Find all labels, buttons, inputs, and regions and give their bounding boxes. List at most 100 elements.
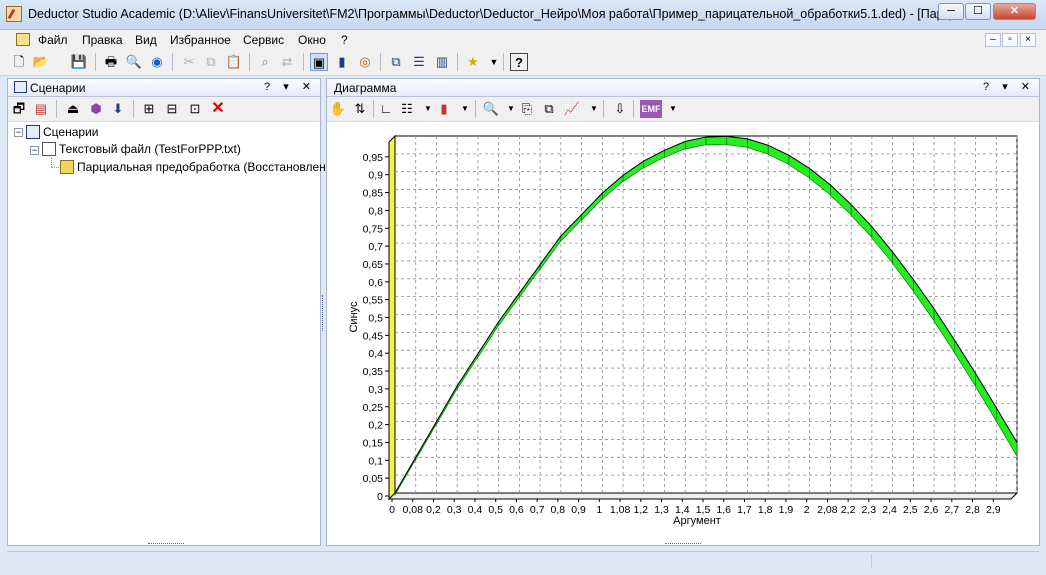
chevron-down-icon[interactable]: ▼ <box>456 100 474 118</box>
y-tick-label: 0,75 <box>363 223 384 235</box>
line-chart-icon[interactable]: 📈 <box>563 100 581 118</box>
browser-icon[interactable]: ◉ <box>148 53 166 71</box>
new-file-icon[interactable]: 🗋 <box>10 53 28 71</box>
chevron-down-icon[interactable]: ▼ <box>585 100 603 118</box>
menu-edit[interactable]: Правка <box>82 33 123 47</box>
tree-expander[interactable]: − <box>30 146 39 155</box>
panel-controls[interactable]: ? ▾ ✕ <box>983 80 1035 93</box>
maximize-button[interactable]: ☐ <box>965 3 991 20</box>
x-tick-label: 1,9 <box>779 504 794 516</box>
floor <box>387 492 1019 500</box>
visualizers-view-icon[interactable]: ◎ <box>356 53 374 71</box>
diagram-panel: Диаграмма ? ▾ ✕ ✋ ⇅ ∟ ☷ ▼ ▮ ▼ 🔍 ▼ ⎘ ⧉ 📈 … <box>326 78 1040 546</box>
x-tick-label: 0,3 <box>447 504 462 516</box>
chevron-down-icon[interactable]: ▼ <box>664 100 682 118</box>
y-tick-label: 0,15 <box>363 437 384 449</box>
chevron-down-icon[interactable]: ▼ <box>485 53 503 71</box>
save-icon[interactable]: 💾 <box>70 53 88 71</box>
x-tick-label: 1,08 <box>610 504 631 516</box>
splitter-grip[interactable] <box>148 543 184 548</box>
document-icon[interactable] <box>16 33 30 46</box>
y-tick-label: 0,95 <box>363 152 384 164</box>
connections-view-icon[interactable]: ▮ <box>333 53 351 71</box>
y-tick-label: 0,85 <box>363 188 384 200</box>
y-tick-label: 0,8 <box>368 205 383 217</box>
copy-icon[interactable]: ⧉ <box>202 53 220 71</box>
tile-vertical-icon[interactable]: ▥ <box>433 53 451 71</box>
x-tick-label: 0,08 <box>403 504 424 516</box>
y-tick-label: 0,3 <box>368 384 383 396</box>
menu-favorites[interactable]: Избранное <box>170 33 231 47</box>
help-icon[interactable]: ? <box>510 53 528 71</box>
hand-pan-icon[interactable]: ✋ <box>329 100 347 118</box>
x-axis-label: Аргумент <box>673 515 721 527</box>
panel-title: Диаграмма <box>334 81 397 95</box>
import-wizard-icon[interactable]: ▤ <box>32 100 50 118</box>
sort-icon[interactable]: ⇅ <box>351 100 369 118</box>
tree-expand-icon[interactable]: ⊞ <box>140 100 158 118</box>
mdi-minimize-button[interactable]: – <box>985 33 1001 47</box>
chart-type-icon[interactable]: ▮ <box>435 100 453 118</box>
menu-help[interactable]: ? <box>341 33 348 47</box>
x-tick-label: 1,2 <box>633 504 648 516</box>
menu-view[interactable]: Вид <box>135 33 157 47</box>
window-title: Deductor Studio Academic (D:\Aliev\Finan… <box>28 7 962 21</box>
zoom-icon[interactable]: 🔍 <box>482 100 500 118</box>
replace-icon[interactable]: ⇄ <box>278 53 296 71</box>
y-tick-label: 0,1 <box>368 455 383 467</box>
favorites-star-icon[interactable]: ★ <box>464 53 482 71</box>
tree-item-root[interactable]: Сценарии <box>26 125 98 139</box>
run-node-icon[interactable]: ⏏ <box>64 100 82 118</box>
x-tick-label: 2 <box>804 504 810 516</box>
title-bar: Deductor Studio Academic (D:\Aliev\Finan… <box>0 0 1046 30</box>
x-tick-label: 0,4 <box>468 504 483 516</box>
export-icon[interactable]: ⬇ <box>109 100 127 118</box>
y-tick-label: 0,7 <box>368 241 383 253</box>
x-tick-label: 0,5 <box>488 504 503 516</box>
print-preview-icon[interactable]: 🔍 <box>125 53 143 71</box>
x-tick-label: 2,4 <box>882 504 897 516</box>
x-tick-label: 1 <box>596 504 602 516</box>
mdi-close-button[interactable]: × <box>1020 33 1036 47</box>
scenarios-panel: Сценарии ? ▾ ✕ 🗗 ▤ ⏏ ⬢ ⬇ ⊞ ⊟ ⊡ ✕ − Сцена… <box>7 78 343 546</box>
menu-service[interactable]: Сервис <box>243 33 284 47</box>
splitter-grip[interactable] <box>665 543 701 548</box>
tree-line <box>51 167 59 169</box>
delete-icon[interactable]: ✕ <box>209 100 227 118</box>
wizard-icon[interactable]: 🗗 <box>10 100 28 118</box>
main-toolbar: 🗋 📂 💾 🖶 🔍 ◉ ✂ ⧉ 📋 ⌕ ⇄ ▣ ▮ ◎ ⧉ ☰ ▥ ★ ▼ ? <box>0 50 1046 76</box>
y-tick-label: 0,5 <box>368 313 383 325</box>
emf-export-icon[interactable]: EMF <box>640 100 662 118</box>
minimize-button[interactable]: ─ <box>938 3 964 20</box>
print-icon[interactable]: 🖶 <box>102 53 120 71</box>
close-button[interactable]: ✕ <box>993 3 1036 20</box>
open-folder-icon[interactable]: 📂 <box>32 53 50 71</box>
find-icon[interactable]: ⌕ <box>256 53 274 71</box>
copy-chart-icon[interactable]: ⎘ <box>518 100 536 118</box>
layers-icon[interactable]: ⧉ <box>540 100 558 118</box>
tree-structure-icon[interactable]: ⊡ <box>186 100 204 118</box>
cube-icon[interactable]: ⬢ <box>87 100 105 118</box>
menu-window[interactable]: Окно <box>298 33 326 47</box>
axis-settings-icon[interactable]: ∟ <box>377 100 395 118</box>
paste-icon[interactable]: 📋 <box>225 53 243 71</box>
x-tick-label: 2,3 <box>862 504 877 516</box>
tree-collapse-icon[interactable]: ⊟ <box>163 100 181 118</box>
panel-controls[interactable]: ? ▾ ✕ <box>264 80 316 93</box>
y-tick-label: 0,45 <box>363 330 384 342</box>
sine-chart[interactable]: 0 0,05 0,1 0,15 0,2 0,25 0,3 0,35 0,4 0,45 0,5 0,55… <box>327 122 1039 546</box>
tree-item-label: Текстовый файл (TestForPPP.txt) <box>59 142 241 156</box>
cut-icon[interactable]: ✂ <box>180 53 198 71</box>
legend-icon[interactable]: ☷ <box>398 100 416 118</box>
y-tick-label: 0,2 <box>368 420 383 432</box>
tile-horizontal-icon[interactable]: ☰ <box>410 53 428 71</box>
tree-item-preprocessing[interactable]: Парциальная предобработка (Восстановлени… <box>60 160 343 174</box>
scenarios-view-icon[interactable]: ▣ <box>310 53 328 71</box>
tree-item-text-file[interactable]: Текстовый файл (TestForPPP.txt) <box>42 142 241 156</box>
cascade-windows-icon[interactable]: ⧉ <box>387 53 405 71</box>
menu-file[interactable]: Файл <box>38 33 68 47</box>
app-icon <box>6 6 22 22</box>
mdi-restore-button[interactable]: ▫ <box>1002 33 1018 47</box>
tree-expander[interactable]: − <box>14 128 23 137</box>
export-chart-icon[interactable]: ⇩ <box>611 100 629 118</box>
